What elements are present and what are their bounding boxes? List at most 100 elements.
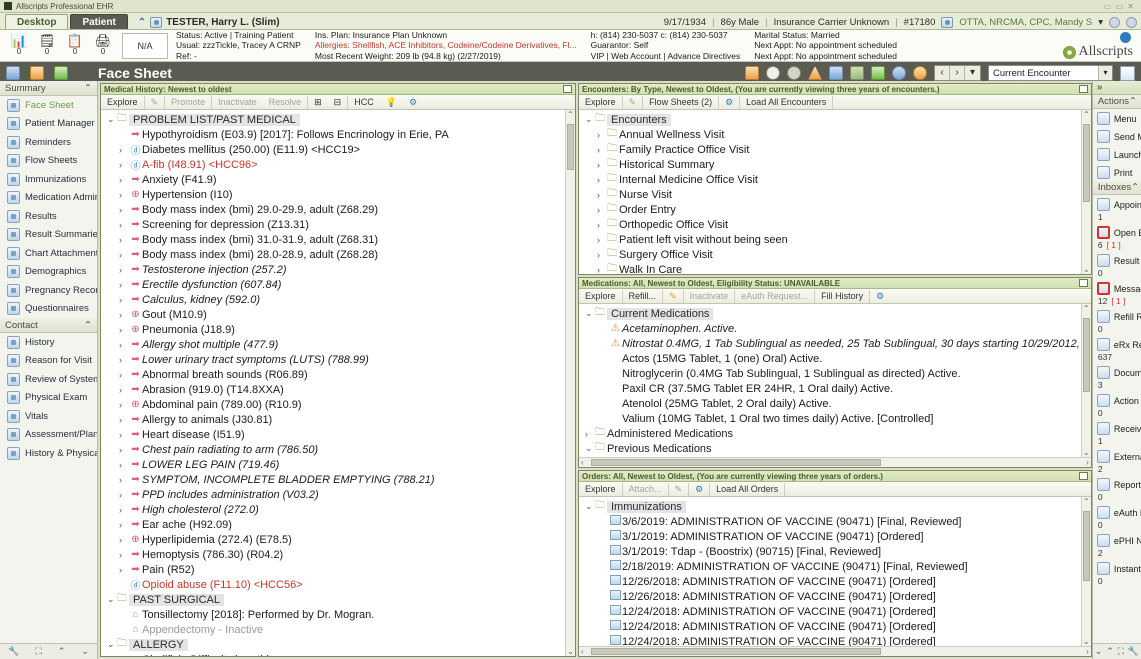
nav-section-summary-header[interactable]: Summary ⌃ [0, 81, 97, 96]
expand-chevron-icon[interactable]: › [597, 190, 607, 200]
tree-group-header[interactable]: ⌄🗀PAST SURGICAL [101, 592, 575, 607]
encounter-type-item[interactable]: ›🗀Annual Wellness Visit [579, 127, 1091, 142]
user-check-icon[interactable] [871, 66, 885, 80]
expand-chevron-icon[interactable]: › [119, 430, 129, 440]
sidebar-item-patient-manager[interactable]: Patient Manager [0, 115, 97, 134]
problem-list-item[interactable]: ›➡Body mass index (bmi) 31.0-31.9, adult… [101, 232, 575, 247]
expand-chevron-icon[interactable]: › [119, 475, 129, 485]
problem-list-item[interactable]: ›➡Allergy to animals (J30.81) [101, 412, 575, 427]
encounter-type-item[interactable]: ›🗀Internal Medicine Office Visit [579, 172, 1091, 187]
problem-list-item[interactable]: ›⊕Pneumonia (J18.9) [101, 322, 575, 337]
load-all-orders-button[interactable]: Load All Orders [710, 483, 785, 496]
nav-prev-button[interactable]: ‹ [935, 66, 950, 80]
target-icon[interactable] [787, 66, 801, 80]
sidebar-item-reason-for-visit[interactable]: Reason for Visit [0, 352, 97, 371]
medications-hscrollbar[interactable]: ‹ › [579, 457, 1091, 467]
expand-chevron-icon[interactable]: › [597, 250, 607, 260]
problem-list-item[interactable]: ›➡Ear ache (H92.09) [101, 517, 575, 532]
problem-list-item[interactable]: ›ⓓA-fib (I48.91) <HCC96> [101, 157, 575, 172]
problem-list-item[interactable]: ›➡Heart disease (I51.9) [101, 427, 575, 442]
medications-explore-button[interactable]: Explore [579, 290, 623, 303]
encounter-type-item[interactable]: ›🗀Family Practice Office Visit [579, 142, 1091, 157]
inbox-open-encounters[interactable]: Open Encounters [1093, 223, 1141, 241]
order-item[interactable]: 3/1/2019: ADMINISTRATION OF VACCINE (904… [579, 529, 1091, 544]
inbox-refill-requests[interactable]: Refill Requests [1093, 307, 1141, 325]
encounter-select[interactable]: Current Encounter ▾ [988, 65, 1113, 81]
expand-all-icon[interactable]: ⊞ [308, 96, 328, 109]
sidebar-item-reminders[interactable]: Reminders [0, 133, 97, 152]
action-menu[interactable]: Menu [1093, 109, 1141, 127]
sidebar-item-demographics[interactable]: Demographics [0, 263, 97, 282]
expand-chevron-icon[interactable]: › [119, 295, 129, 305]
collapse-chevron-icon[interactable]: ⌃ [138, 17, 146, 28]
sidebar-item-result-summaries[interactable]: Result Summaries [0, 226, 97, 245]
counter-chart[interactable]: 📊 0 [10, 34, 28, 57]
expand-chevron-icon[interactable]: › [119, 370, 129, 380]
counter-printer[interactable]: 🖨 0 [94, 34, 112, 57]
expand-chevron-icon[interactable]: › [119, 220, 129, 230]
sidebar-expand-button[interactable]: » [1093, 81, 1141, 95]
expand-chevron-icon[interactable]: › [119, 190, 129, 200]
load-all-encounters-button[interactable]: Load All Encounters [740, 96, 833, 109]
nav-section-contact-header[interactable]: Contact ⌃ [0, 318, 97, 333]
inbox-result-notifications[interactable]: Result Notifications [1093, 251, 1141, 269]
inbox-ephi-notifications[interactable]: ePHI Notifications [1093, 531, 1141, 549]
expand-chevron-icon[interactable]: › [119, 565, 129, 575]
actions-scroll-up-icon[interactable]: ⌃ [1106, 646, 1114, 657]
expand-chevron-icon[interactable]: › [585, 429, 595, 439]
expand-chevron-icon[interactable]: › [119, 310, 129, 320]
medication-item[interactable]: Atenolol (25MG Tablet, 2 Oral daily) Act… [579, 396, 1091, 411]
sidebar-item-flow-sheets[interactable]: Flow Sheets [0, 152, 97, 171]
home-icon[interactable] [6, 66, 20, 80]
medication-item[interactable]: Paxil CR (37.5MG Tablet ER 24HR, 1 Oral … [579, 381, 1091, 396]
expand-chevron-icon[interactable]: › [597, 160, 607, 170]
expand-chevron-icon[interactable]: › [119, 250, 129, 260]
ord-scroll-up[interactable]: ⌃ [1083, 497, 1090, 506]
problem-list-item[interactable]: ›➡Calculus, kidney (592.0) [101, 292, 575, 307]
problem-list-item[interactable]: ›➡LOWER LEG PAIN (719.46) [101, 457, 575, 472]
nav-dropdown-button[interactable]: ▾ [965, 66, 980, 80]
problem-list-item[interactable]: ➡Hypothyroidism (E03.9) [2017]: Follows … [101, 127, 575, 142]
orders-gear-icon[interactable]: ⚙ [689, 483, 710, 496]
expand-chevron-icon[interactable]: › [119, 385, 129, 395]
problem-list-item[interactable]: ›⊕Abdominal pain (789.00) (R10.9) [101, 397, 575, 412]
tab-desktop[interactable]: Desktop [5, 14, 68, 29]
forward-icon[interactable] [54, 66, 68, 80]
search-globe-icon[interactable] [892, 66, 906, 80]
problem-list-item[interactable]: ›➡Chest pain radiating to arm (786.50) [101, 442, 575, 457]
expand-icon[interactable]: ⛶ [35, 646, 41, 657]
link-icon[interactable] [1109, 17, 1120, 28]
expand-chevron-icon[interactable]: › [597, 145, 607, 155]
medications-maximize-icon[interactable] [1079, 279, 1088, 287]
expand-chevron-icon[interactable]: › [597, 175, 607, 185]
orders-root[interactable]: ⌄🗀Immunizations [579, 499, 1091, 514]
encounter-type-item[interactable]: ›🗀Surgery Office Visit [579, 247, 1091, 262]
tree-group-header[interactable]: ⌄🗀PROBLEM LIST/PAST MEDICAL [101, 112, 575, 127]
inboxes-chevron-up-icon[interactable]: ⌃ [1131, 182, 1139, 193]
actions-expand-icon[interactable]: ⛶ [1118, 646, 1124, 657]
problem-list-item[interactable]: ›➡Testosterone injection (257.2) [101, 262, 575, 277]
problem-list-item[interactable]: ›➡Anxiety (F41.9) [101, 172, 575, 187]
expand-chevron-icon[interactable]: › [119, 160, 129, 170]
problem-list-item[interactable]: ›➡Body mass index (bmi) 29.0-29.9, adult… [101, 202, 575, 217]
orders-maximize-icon[interactable] [1079, 472, 1088, 480]
order-item[interactable]: 3/1/2019: Tdap - (Boostrix) (90715) [Fin… [579, 544, 1091, 559]
problem-list-item[interactable]: ⌂Appendectomy - Inactive [101, 622, 575, 637]
expand-chevron-icon[interactable]: › [119, 535, 129, 545]
sidebar-item-assessment-plan[interactable]: Assessment/Plan [0, 426, 97, 445]
scroll-down-icon[interactable]: ⌄ [81, 646, 89, 657]
encounters-explore-button[interactable]: Explore [579, 96, 623, 109]
grid-view-icon[interactable] [1120, 66, 1135, 81]
med-scroll-up[interactable]: ⌃ [1083, 304, 1090, 313]
problem-list-item[interactable]: ›⊕Gout (M10.9) [101, 307, 575, 322]
tab-patient[interactable]: Patient [70, 14, 127, 29]
chevron-down-icon[interactable]: ⌄ [107, 594, 117, 605]
hcc-button[interactable]: HCC [348, 96, 380, 109]
expand-chevron-icon[interactable]: › [597, 235, 607, 245]
eauth-request-button[interactable]: eAuth Request... [735, 290, 815, 303]
attach-button[interactable]: Attach... [623, 483, 669, 496]
current-user[interactable]: OTTA, NRCMA, CPC, Mandy S [959, 17, 1092, 28]
order-item[interactable]: 3/6/2019: ADMINISTRATION OF VACCINE (904… [579, 514, 1091, 529]
ord-hscroll-thumb[interactable] [591, 648, 881, 655]
inactivate-button[interactable]: Inactivate [212, 96, 263, 109]
